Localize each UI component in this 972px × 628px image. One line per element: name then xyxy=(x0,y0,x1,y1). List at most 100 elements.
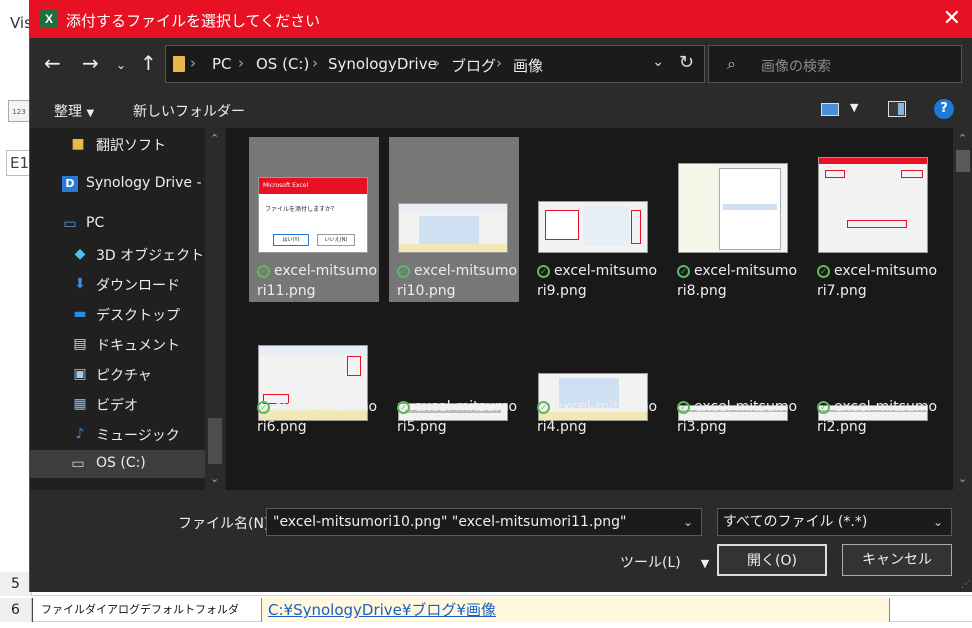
sidebar-item-desktop[interactable]: ▬ デスクトップ xyxy=(30,300,205,328)
search-input[interactable]: 画像の検索 xyxy=(761,56,831,76)
open-button[interactable]: 開く(O) xyxy=(717,544,827,576)
file-item[interactable]: ✓ excel-mitsumo ri4.png xyxy=(529,305,659,470)
breadcrumb-pc[interactable]: PC xyxy=(212,55,232,73)
file-name: ✓ excel-mitsumo ri5.png xyxy=(397,397,521,437)
recent-locations-chevron-icon[interactable]: ⌄ xyxy=(116,54,126,76)
file-item[interactable]: ✓ excel-mitsumo ri3.png xyxy=(669,305,799,470)
chevron-right-icon[interactable]: › xyxy=(496,54,502,72)
file-name: ✓ excel-mitsumo ri3.png xyxy=(677,397,801,437)
breadcrumb-blog[interactable]: ブログ xyxy=(451,55,496,76)
file-list-scrollbar[interactable]: ⌃ ⌄ xyxy=(953,128,972,490)
back-arrow-icon[interactable]: ← xyxy=(44,52,61,74)
breadcrumb-synologydrive[interactable]: SynologyDrive xyxy=(328,55,437,73)
file-item[interactable]: Microsoft Excel ファイルを添付しますか？ はい(Y) いいえ(N… xyxy=(249,137,379,302)
new-folder-button[interactable]: 新しいフォルダー xyxy=(133,101,245,121)
refresh-icon[interactable]: ↻ xyxy=(679,52,694,73)
up-arrow-icon[interactable]: ↑ xyxy=(140,52,157,74)
file-item[interactable]: ✓ excel-mitsumo ri5.png xyxy=(389,305,519,470)
sidebar-scroll-thumb[interactable] xyxy=(208,418,222,464)
scroll-up-icon[interactable]: ⌃ xyxy=(210,132,219,145)
chevron-down-icon[interactable]: ⌄ xyxy=(652,54,664,70)
file-list-scroll-thumb[interactable] xyxy=(956,150,970,172)
breadcrumb-images[interactable]: 画像 xyxy=(513,55,543,76)
name-box[interactable]: E1 xyxy=(6,150,30,176)
file-item[interactable]: ✓ excel-mitsumo ri2.png xyxy=(809,305,939,470)
cancel-button[interactable]: キャンセル xyxy=(842,544,952,576)
chevron-right-icon[interactable]: › xyxy=(238,54,244,72)
close-icon[interactable]: ✕ xyxy=(943,6,961,31)
sidebar-item-pictures[interactable]: ▣ ピクチャ xyxy=(30,360,205,388)
cell-label[interactable]: ファイルダイアログデフォルトフォルダ xyxy=(32,598,262,622)
chevron-right-icon[interactable]: › xyxy=(190,54,196,72)
file-thumbnail xyxy=(678,163,788,253)
sidebar-item-videos[interactable]: ▦ ビデオ xyxy=(30,390,205,418)
file-item[interactable]: ✓ excel-mitsumo ri9.png xyxy=(529,137,659,302)
address-bar[interactable]: › PC › OS (C:) › SynologyDrive › ブログ › 画… xyxy=(165,45,705,83)
file-name-text: excel-mitsumo xyxy=(834,399,938,415)
sync-status-icon: ✓ xyxy=(817,265,830,278)
view-dropdown-arrow-icon[interactable]: ▼ xyxy=(850,101,858,114)
breadcrumb-os-c[interactable]: OS (C:) xyxy=(256,55,309,73)
sync-status-icon: ✓ xyxy=(397,265,410,278)
file-name: ✓ excel-mitsumo ri10.png xyxy=(397,261,521,301)
sidebar-item-pc[interactable]: ▭ PC xyxy=(30,210,205,238)
3d-objects-icon: ◆ xyxy=(74,246,86,262)
thumbnail-text: いいえ(N) xyxy=(317,234,355,246)
sidebar-item-3d-objects[interactable]: ◆ 3D オブジェクト xyxy=(30,240,205,268)
resize-grip-icon[interactable]: ⋰ xyxy=(961,579,971,590)
sidebar-item-label: 3D オブジェクト xyxy=(96,248,205,264)
chevron-right-icon[interactable]: › xyxy=(434,54,440,72)
file-type-select[interactable]: すべてのファイル (*.*) ⌄ xyxy=(717,508,952,536)
file-name-text: ri5.png xyxy=(397,419,447,435)
sidebar-item-documents[interactable]: ▤ ドキュメント xyxy=(30,330,205,358)
preview-pane-icon[interactable] xyxy=(888,101,906,117)
sidebar-scrollbar[interactable]: ⌃ ⌄ xyxy=(205,128,225,490)
dialog-footer: ファイル名(N): "excel-mitsumori10.png" "excel… xyxy=(30,490,972,592)
file-name-text: excel-mitsumo xyxy=(694,263,798,279)
sidebar-item-synology-drive[interactable]: D Synology Drive - D xyxy=(30,170,217,198)
row-number: 5 xyxy=(0,572,32,596)
file-name: ✓ excel-mitsumo ri2.png xyxy=(817,397,941,437)
file-item[interactable]: ✓ excel-mitsumo ri6.png xyxy=(249,305,379,470)
sidebar-item-music[interactable]: ♪ ミュージック xyxy=(30,420,205,448)
help-icon[interactable]: ? xyxy=(934,99,954,119)
forward-arrow-icon[interactable]: → xyxy=(82,52,99,74)
file-name-text: excel-mitsumo xyxy=(694,399,798,415)
cell-path-link[interactable]: C:¥SynologyDrive¥ブログ¥画像 xyxy=(262,598,890,622)
sidebar-item-label: ピクチャ xyxy=(96,368,152,384)
sidebar-item-os-c[interactable]: ▭ OS (C:) xyxy=(30,450,205,478)
scroll-down-icon[interactable]: ⌄ xyxy=(958,472,967,485)
file-item[interactable]: ✓ excel-mitsumo ri10.png xyxy=(389,137,519,302)
file-name-text: ri4.png xyxy=(537,419,587,435)
sync-status-icon: ✓ xyxy=(677,401,690,414)
navigation-pane: ■ 翻訳ソフト D Synology Drive - D ▭ PC ◆ 3D オ… xyxy=(30,128,225,490)
tools-button[interactable]: ツール(L) ▼ xyxy=(620,552,709,572)
file-item[interactable]: ✓ excel-mitsumo ri7.png xyxy=(809,137,939,302)
thumbnail-text: Microsoft Excel xyxy=(259,178,367,194)
file-name-text: ri8.png xyxy=(677,283,727,299)
file-item[interactable]: ✓ excel-mitsumo ri8.png xyxy=(669,137,799,302)
title-bar[interactable]: X 添付するファイルを選択してください ✕ xyxy=(30,0,972,38)
file-name-text: excel-mitsumo xyxy=(834,263,938,279)
command-bar: 整理 ▼ 新しいフォルダー ▼ ? xyxy=(30,90,972,128)
change-view-icon[interactable] xyxy=(821,103,839,116)
chevron-right-icon[interactable]: › xyxy=(312,54,318,72)
organize-button[interactable]: 整理 ▼ xyxy=(54,101,94,121)
chevron-down-icon: ⌄ xyxy=(932,515,943,529)
excel-icon: X xyxy=(40,10,62,28)
chevron-down-icon[interactable]: ⌄ xyxy=(683,509,693,535)
synology-drive-icon: D xyxy=(62,176,78,192)
scroll-down-icon[interactable]: ⌄ xyxy=(210,472,219,485)
file-name: ✓ excel-mitsumo ri8.png xyxy=(677,261,801,301)
filename-input[interactable]: "excel-mitsumori10.png" "excel-mitsumori… xyxy=(266,508,702,536)
file-type-value: すべてのファイル (*.*) xyxy=(723,514,868,530)
sidebar-item-label: ダウンロード xyxy=(96,278,180,294)
file-thumbnail xyxy=(538,201,648,253)
scroll-up-icon[interactable]: ⌃ xyxy=(958,132,967,145)
search-box[interactable]: ⌕ 画像の検索 xyxy=(708,45,962,83)
sidebar-item-translation-software[interactable]: ■ 翻訳ソフト xyxy=(30,130,205,158)
file-name-text: ri3.png xyxy=(677,419,727,435)
sidebar-item-downloads[interactable]: ⬇ ダウンロード xyxy=(30,270,205,298)
file-name-text: excel-mitsumo xyxy=(274,263,378,279)
sync-status-icon: ✓ xyxy=(817,401,830,414)
